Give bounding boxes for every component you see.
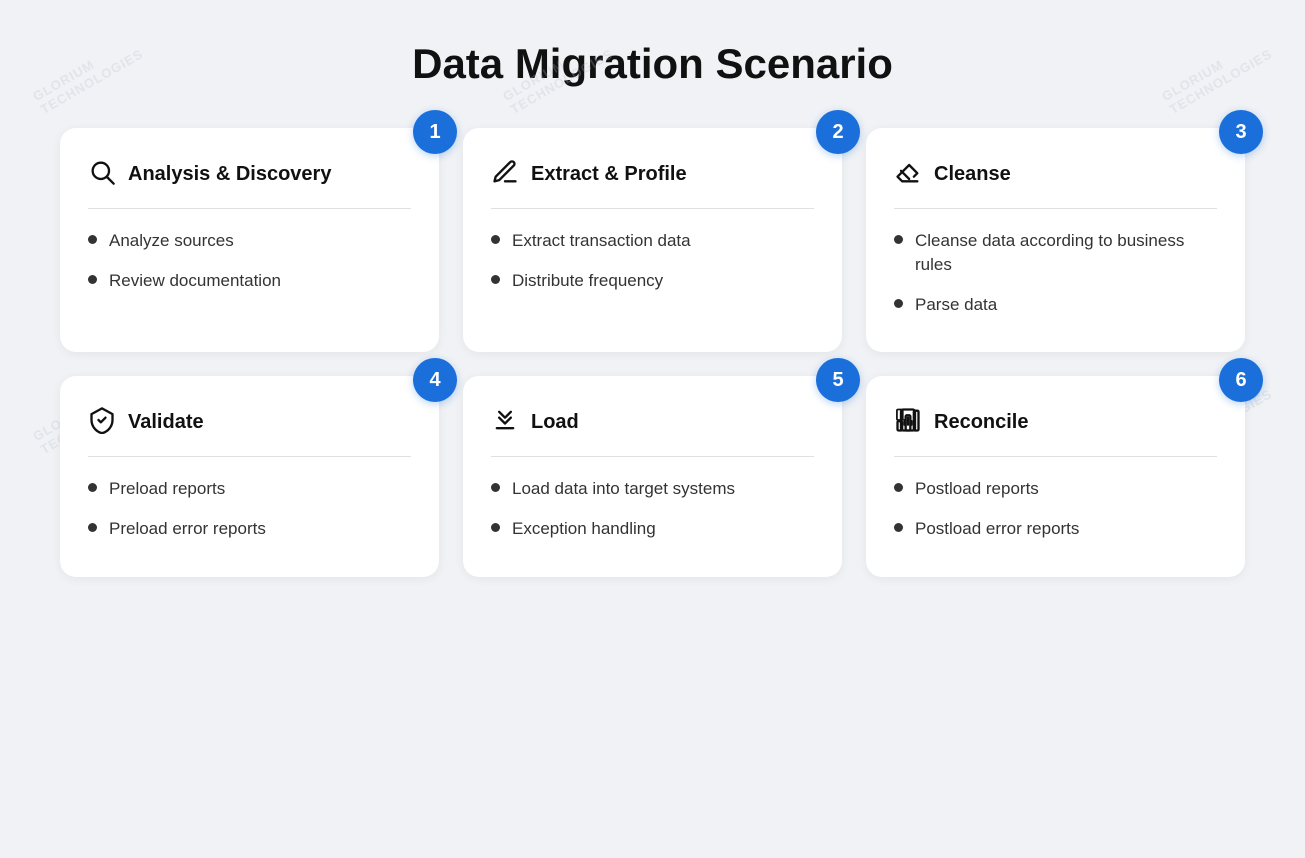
divider-6 — [894, 456, 1217, 457]
card-title-4: Validate — [128, 411, 204, 434]
card-header-3: Cleanse — [894, 158, 1217, 190]
shield-check-icon — [88, 406, 116, 438]
card-cleanse: 3 Cleanse Cleanse data according to busi… — [866, 128, 1245, 352]
bullet-icon — [894, 483, 903, 492]
card-list-3: Cleanse data according to business rules… — [894, 229, 1217, 316]
card-header-4: Validate — [88, 406, 411, 438]
card-header-6: Reconcile — [894, 406, 1217, 438]
list-item: Postload error reports — [894, 517, 1217, 541]
card-title-5: Load — [531, 411, 579, 434]
card-list-1: Analyze sources Review documentation — [88, 229, 411, 293]
card-list-2: Extract transaction data Distribute freq… — [491, 229, 814, 293]
list-item: Exception handling — [491, 517, 814, 541]
divider-2 — [491, 208, 814, 209]
bullet-icon — [491, 483, 500, 492]
card-badge-2: 2 — [816, 110, 860, 154]
bullet-icon — [88, 275, 97, 284]
divider-4 — [88, 456, 411, 457]
card-list-4: Preload reports Preload error reports — [88, 477, 411, 541]
cards-grid: 1 Analysis & Discovery Analyze sources R… — [60, 128, 1245, 577]
bullet-icon — [491, 523, 500, 532]
bullet-icon — [491, 275, 500, 284]
bullet-icon — [894, 235, 903, 244]
list-item: Distribute frequency — [491, 269, 814, 293]
list-item: Postload reports — [894, 477, 1217, 501]
divider-5 — [491, 456, 814, 457]
card-list-5: Load data into target systems Exception … — [491, 477, 814, 541]
card-validate: 4 Validate Preload reports Preload error… — [60, 376, 439, 577]
watermark-tl: GLORIUMTECHNOLOGIES — [30, 33, 145, 117]
list-item: Cleanse data according to business rules — [894, 229, 1217, 277]
bullet-icon — [894, 523, 903, 532]
card-title-6: Reconcile — [934, 411, 1028, 434]
download-icon — [491, 406, 519, 438]
card-analysis-discovery: 1 Analysis & Discovery Analyze sources R… — [60, 128, 439, 352]
bullet-icon — [88, 483, 97, 492]
card-badge-1: 1 — [413, 110, 457, 154]
list-item: Parse data — [894, 293, 1217, 317]
bullet-icon — [88, 235, 97, 244]
list-item: Extract transaction data — [491, 229, 814, 253]
card-extract-profile: 2 Extract & Profile Extract transaction … — [463, 128, 842, 352]
card-title-2: Extract & Profile — [531, 163, 687, 186]
divider-1 — [88, 208, 411, 209]
card-header-2: Extract & Profile — [491, 158, 814, 190]
bar-chart-icon — [894, 406, 922, 438]
page-title: Data Migration Scenario — [412, 40, 893, 88]
card-title-3: Cleanse — [934, 163, 1011, 186]
list-item: Preload reports — [88, 477, 411, 501]
card-badge-6: 6 — [1219, 358, 1263, 402]
card-title-1: Analysis & Discovery — [128, 163, 331, 186]
list-item: Analyze sources — [88, 229, 411, 253]
watermark-tr: GLORIUMTECHNOLOGIES — [1159, 33, 1274, 117]
card-load: 5 Load Load data into target systems Exc… — [463, 376, 842, 577]
card-badge-4: 4 — [413, 358, 457, 402]
list-item: Preload error reports — [88, 517, 411, 541]
eraser-icon — [894, 158, 922, 190]
bullet-icon — [894, 299, 903, 308]
card-reconcile: 6 Reconcile Postload reports Po — [866, 376, 1245, 577]
card-list-6: Postload reports Postload error reports — [894, 477, 1217, 541]
card-header-5: Load — [491, 406, 814, 438]
divider-3 — [894, 208, 1217, 209]
edit-icon — [491, 158, 519, 190]
card-header-1: Analysis & Discovery — [88, 158, 411, 190]
list-item: Load data into target systems — [491, 477, 814, 501]
bullet-icon — [491, 235, 500, 244]
bullet-icon — [88, 523, 97, 532]
card-badge-3: 3 — [1219, 110, 1263, 154]
search-icon — [88, 158, 116, 190]
card-badge-5: 5 — [816, 358, 860, 402]
list-item: Review documentation — [88, 269, 411, 293]
